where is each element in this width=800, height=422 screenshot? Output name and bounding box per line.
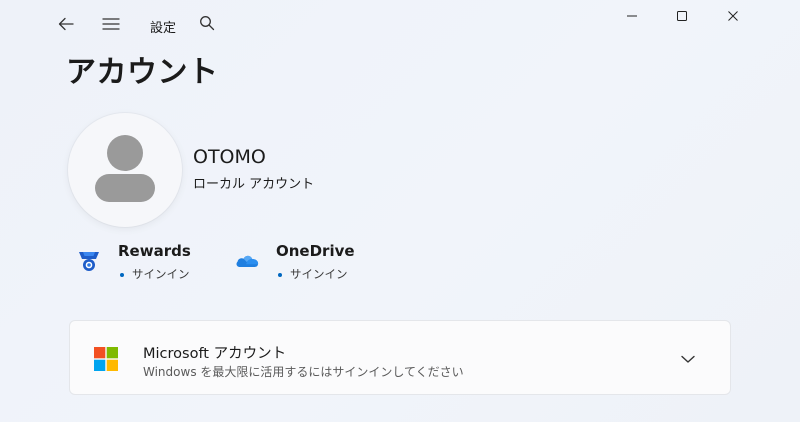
back-arrow-icon bbox=[58, 17, 74, 31]
rewards-service[interactable]: Rewards サインイン bbox=[76, 240, 206, 286]
close-icon bbox=[728, 11, 738, 21]
service-name: Rewards bbox=[118, 242, 191, 260]
card-title: Microsoft アカウント bbox=[143, 346, 287, 362]
status-dot bbox=[278, 272, 282, 277]
back-button[interactable] bbox=[54, 12, 78, 36]
avatar-body-shape bbox=[95, 174, 155, 202]
card-description: Windows を最大限に活用するにはサインインしてください bbox=[143, 365, 464, 379]
service-name: OneDrive bbox=[276, 242, 355, 260]
account-type: ローカル アカウント bbox=[193, 177, 315, 192]
minimize-button[interactable] bbox=[609, 0, 655, 32]
close-button[interactable] bbox=[710, 0, 756, 32]
maximize-button[interactable] bbox=[659, 0, 705, 32]
status-text: サインイン bbox=[132, 267, 190, 281]
navigation-menu-button[interactable] bbox=[99, 12, 123, 36]
chevron-down-icon[interactable] bbox=[678, 349, 698, 369]
service-status: サインイン bbox=[118, 266, 190, 282]
app-title: 設定 bbox=[150, 21, 177, 36]
title-bar: 設定 bbox=[0, 0, 800, 44]
onedrive-service[interactable]: OneDrive サインイン bbox=[234, 240, 374, 286]
hamburger-menu-icon bbox=[102, 18, 120, 30]
minimize-icon bbox=[627, 15, 637, 17]
page-title: アカウント bbox=[66, 55, 219, 90]
onedrive-cloud-icon bbox=[236, 255, 259, 267]
maximize-icon bbox=[677, 11, 687, 21]
status-text: サインイン bbox=[290, 267, 348, 281]
status-dot bbox=[120, 272, 124, 277]
user-name: OTOMO bbox=[193, 146, 266, 168]
service-status: サインイン bbox=[276, 266, 348, 282]
search-button[interactable] bbox=[195, 11, 219, 35]
rewards-medal-icon bbox=[79, 252, 99, 271]
search-icon bbox=[200, 16, 215, 31]
default-user-avatar-icon bbox=[107, 135, 143, 171]
microsoft-account-card[interactable]: Microsoft アカウント Windows を最大限に活用するにはサインイン… bbox=[69, 320, 731, 395]
microsoft-logo-icon bbox=[94, 347, 118, 371]
